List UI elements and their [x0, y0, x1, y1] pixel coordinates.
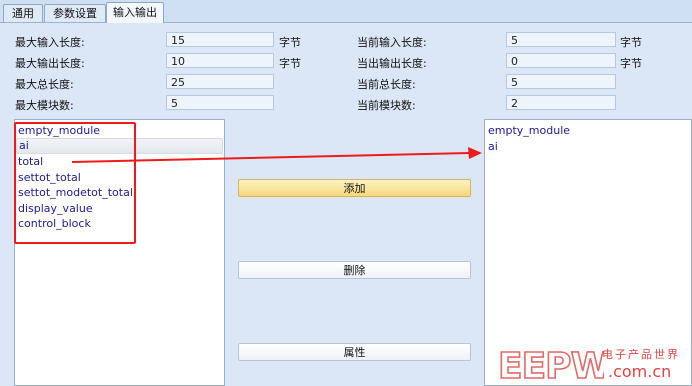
eepw-watermark: EEPW 电子产品世界 .com.cn	[498, 342, 692, 386]
svg-text:EEPW: EEPW	[498, 346, 604, 384]
watermark-cn: 电子产品世界	[602, 348, 680, 361]
watermark-url: .com.cn	[608, 362, 672, 381]
eepw-logo-icon: EEPW	[498, 345, 604, 384]
annotation-arrow	[71, 147, 482, 163]
